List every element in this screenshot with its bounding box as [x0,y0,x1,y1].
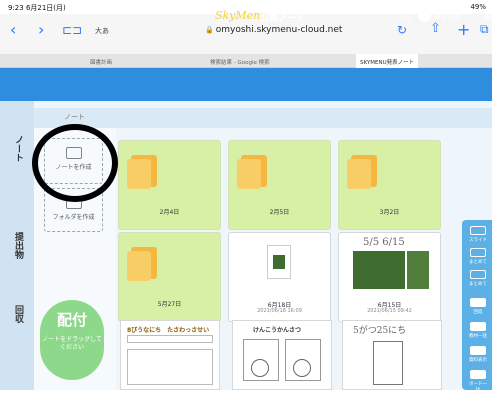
app-header [0,68,492,101]
worksheet-box [373,341,403,385]
folder-icon [127,247,157,281]
folder-card[interactable]: 5月27日 [118,232,221,322]
sidebar-item-submit[interactable]: 提出物 [9,232,25,259]
tab-strip: 図書計画 検索結果 - Google 検索 SKYMENU発表ノート [0,54,492,68]
share-icon[interactable]: ⇧ [430,22,441,35]
note-card[interactable]: 6月18日 2021/06/18 16:09 [228,232,331,322]
note-card[interactable]: 8ぴうなにち たさわっさせい [120,320,220,390]
worksheet-line [127,335,213,343]
new-tab-icon[interactable]: + [457,22,470,38]
note-title-bar [34,108,492,128]
photo-thumbnail [273,255,285,269]
slide-label: スライド [469,238,487,243]
board-icon [470,370,486,379]
bookmarks-icon[interactable]: ⊏⊐ [62,24,82,36]
avatar[interactable] [418,9,431,22]
folder-icon [237,155,267,189]
collect-label: 回収 [473,310,483,315]
note-title: 5がつ25にち [353,326,407,336]
menu-icon[interactable]: ≡ [482,9,492,23]
sidebar-item-note[interactable]: ノート [9,135,25,162]
batch-icon [470,248,486,257]
note-title: 8ぴうなにち たさわっさせい [127,327,210,334]
folder-card[interactable]: 2月4日 [118,140,221,230]
note-card[interactable]: けんこうかんさつ [232,320,332,390]
folder-date: 5月27日 [157,301,182,308]
folder-card[interactable]: 2月5日 [228,140,331,230]
display-label: 資料表示 [469,358,487,363]
back-icon[interactable]: ‹ [10,22,16,38]
annotation-circle [32,124,118,202]
lock-icon: 🔒 [205,26,214,34]
distribute-label: 配付 [56,311,87,329]
batch-label: まとめて [469,282,487,287]
create-folder-label: フォルダを作成 [52,214,95,221]
note-card[interactable]: 5がつ25にち [342,320,442,390]
photo-thumbnail [353,251,405,289]
search-icon[interactable]: 🔍︎ [398,9,413,23]
batch-button-1[interactable]: まとめて [467,248,489,265]
distribute-button[interactable]: 配付 ノートをドラッグしてください [40,300,104,380]
tab-1[interactable]: 図書計画 [90,58,112,66]
board-label: ボード一括 [469,382,487,393]
reader-button[interactable]: 大あ [95,26,109,36]
handwriting: 5/5 6/15 [363,237,405,248]
url-text: omyoshi.skymenu-cloud.net [215,25,343,35]
slide-icon [470,226,486,235]
note-card[interactable]: 5/5 6/15 6月15日 2021/06/15 09:42 [338,232,441,322]
tab-2[interactable]: 検索結果 - Google 検索 [210,58,270,66]
address-bar[interactable]: 🔒 omyoshi.skymenu-cloud.net [205,25,342,35]
display-button[interactable]: 資料表示 [467,346,489,363]
worksheet-circle [251,359,269,377]
folder-icon [347,155,377,189]
material-label: 教材一括 [469,334,487,339]
tabs-overview-icon[interactable]: ⧉ [480,23,489,35]
worksheet-box [127,349,213,385]
user-name[interactable]: 御坊 祐太 [434,12,460,21]
material-button[interactable]: 教材一括 [467,322,489,339]
folder-date: 3月2日 [379,209,400,216]
folder-card[interactable]: 3月2日 [338,140,441,230]
batch-button-2[interactable]: まとめて [467,270,489,287]
tab-3[interactable]: SKYMENU発表ノート [356,54,419,68]
collect-icon [470,298,486,307]
note-title: けんこうかんさつ [253,327,302,334]
distribute-hint: ノートをドラッグしてください [42,336,102,351]
batch-label: まとめて [469,260,487,265]
note-timestamp: 2021/06/15 09:42 [367,308,412,314]
page-title: ノート [64,113,85,121]
note-timestamp: 2021/06/18 16:09 [257,308,302,314]
display-icon [470,346,486,355]
forward-icon[interactable]: › [38,22,44,38]
material-icon [470,322,486,331]
worksheet-circle [293,359,311,377]
batch-icon [470,270,486,279]
app-subtitle: 発表ノート [260,14,306,24]
folder-date: 2月5日 [269,209,290,216]
sidebar-item-collect[interactable]: 回収 [9,305,25,323]
status-time: 9:23 6月21日(月) [8,4,66,12]
collect-button[interactable]: 回収 [467,298,489,315]
photo-thumbnail [407,251,429,289]
folder-icon [127,155,157,189]
reload-icon[interactable]: ↻ [397,24,407,36]
slide-button[interactable]: スライド [467,226,489,243]
folder-date: 2月4日 [159,209,180,216]
